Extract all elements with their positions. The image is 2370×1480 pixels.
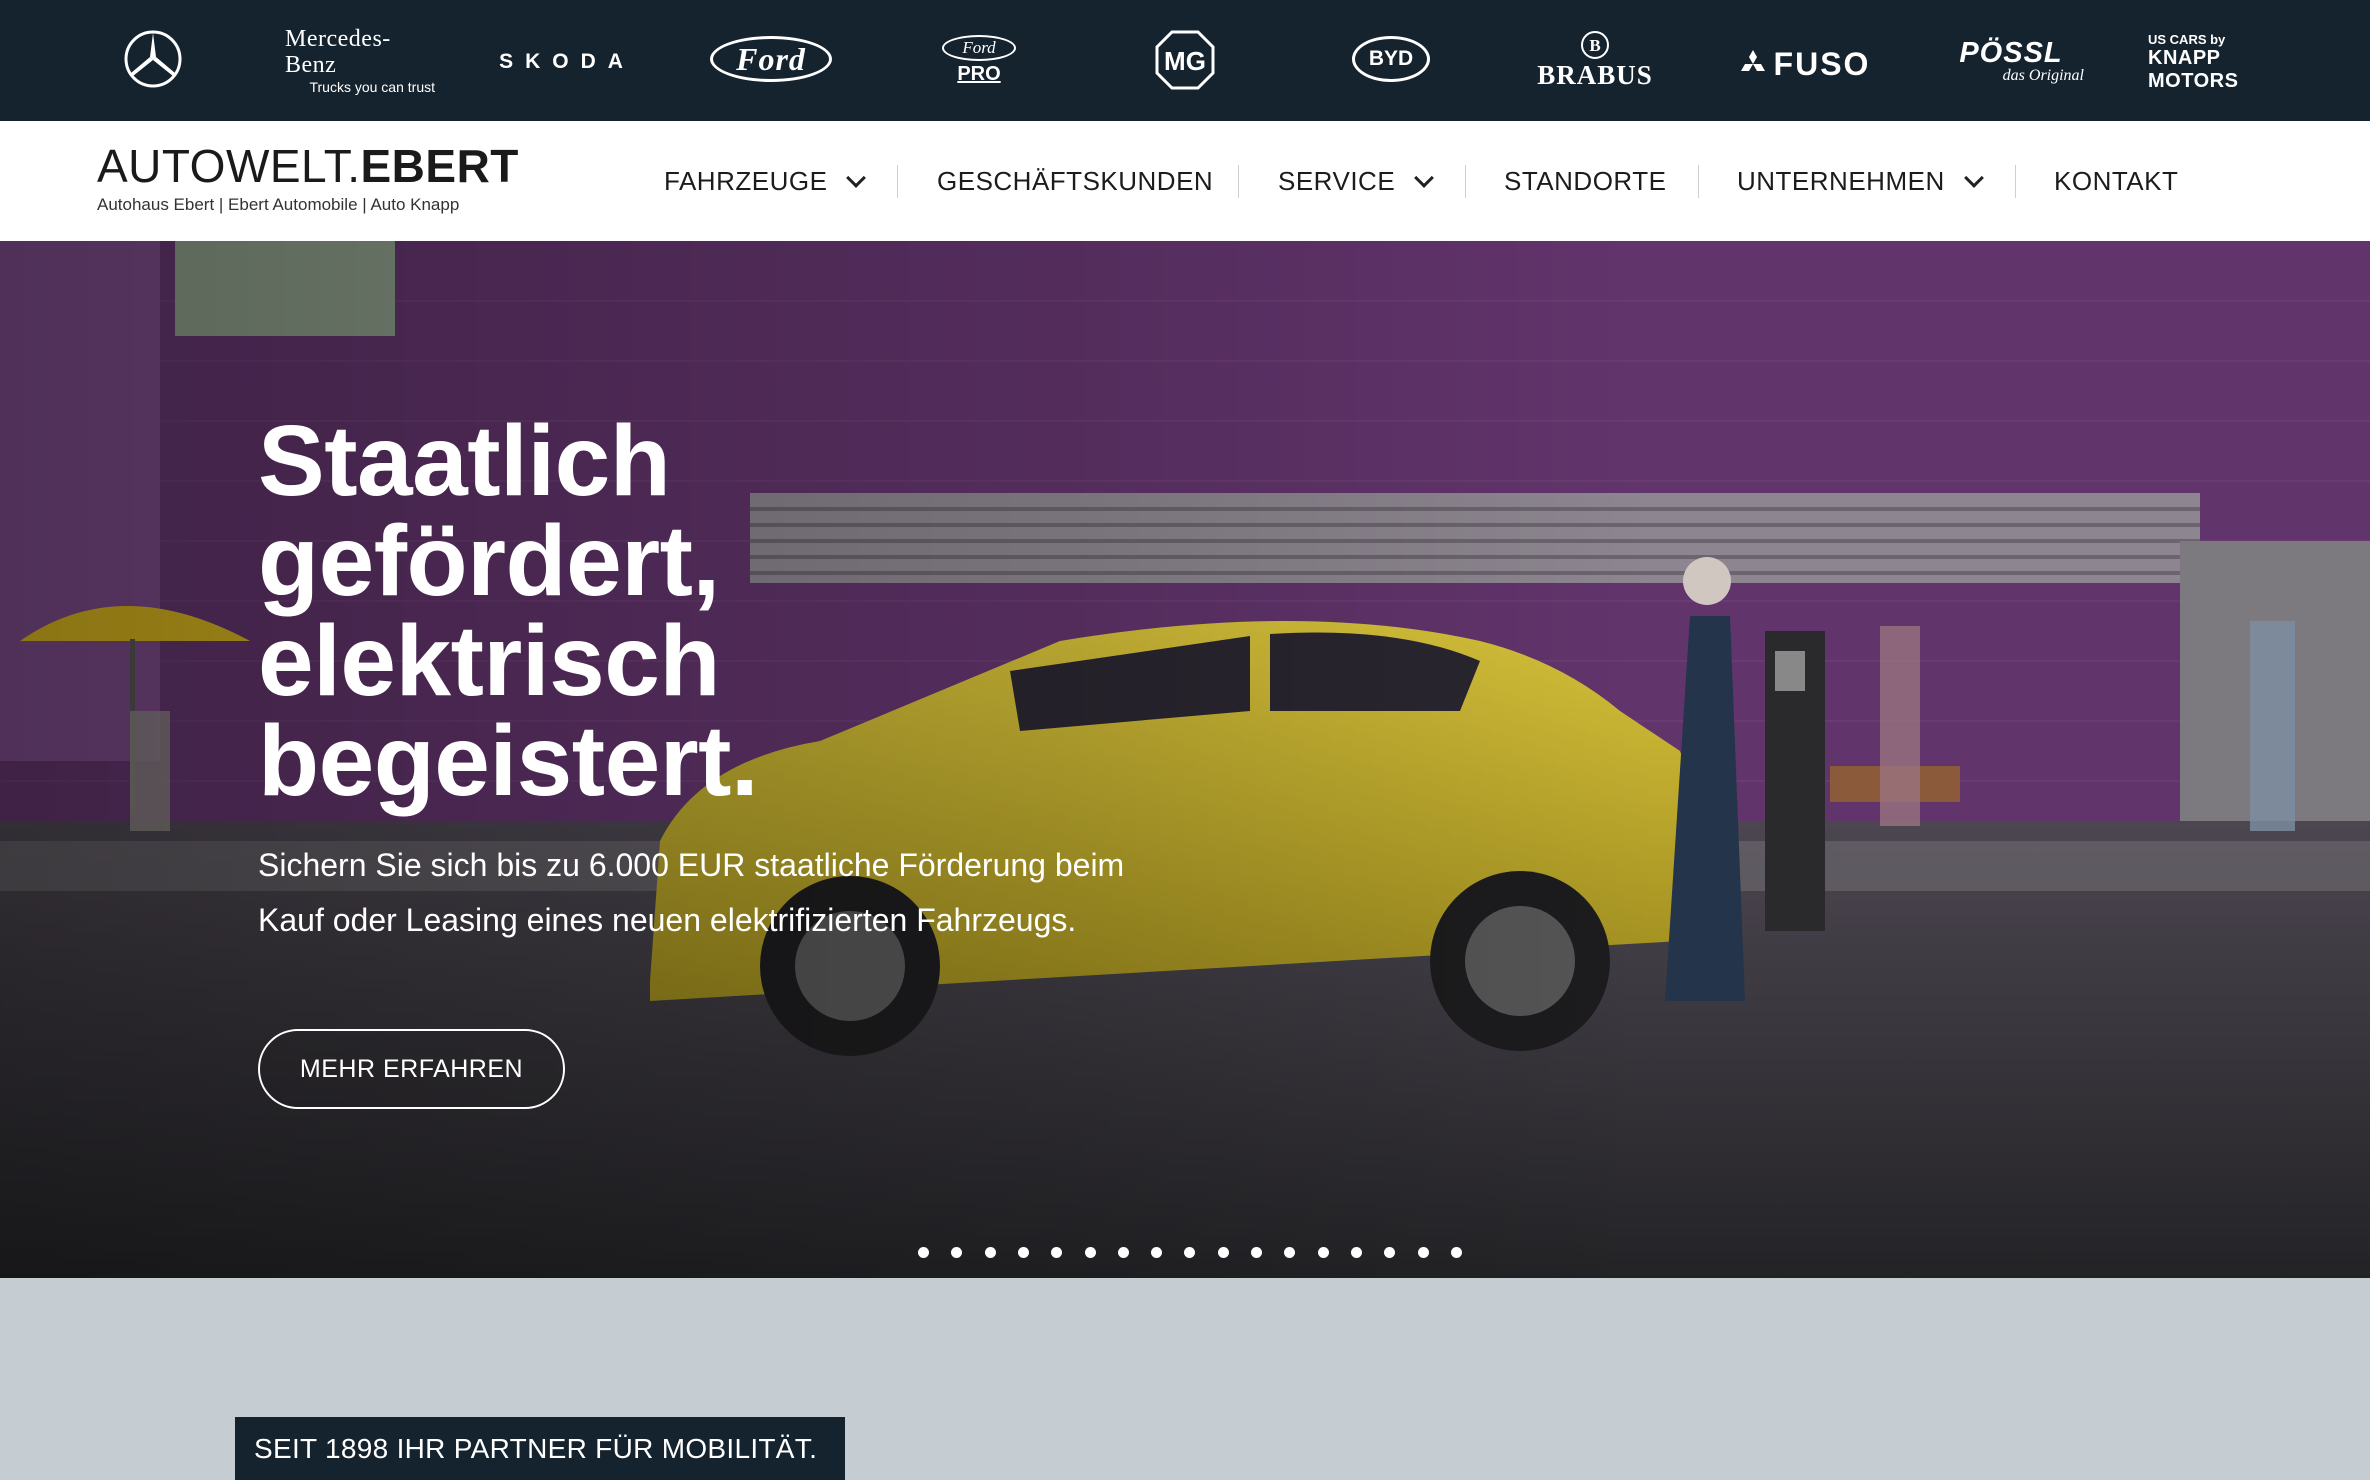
brand-byd[interactable]: BYD [1352, 36, 1430, 82]
possl-tagline: das Original [2002, 67, 2084, 84]
brand-knapp-motors[interactable]: US CARS by KNAPP MOTORS [2148, 32, 2284, 92]
chevron-down-icon [1414, 167, 1435, 188]
brand-mercedes-star[interactable] [122, 28, 184, 90]
mercedes-benz-tagline: Trucks you can trust [309, 79, 435, 95]
main-nav: FAHRZEUGE GESCHÄFTSKUNDEN SERVICE STANDO… [0, 121, 2370, 241]
slider-dot[interactable] [1317, 1247, 1329, 1258]
slider-dot[interactable] [951, 1247, 963, 1258]
nav-divider [1698, 165, 1699, 198]
nav-label-geschaeftskunden: GESCHÄFTSKUNDEN [937, 165, 1214, 196]
nav-divider [2015, 165, 2016, 198]
nav-item-unternehmen[interactable]: UNTERNEHMEN [1737, 121, 1984, 241]
byd-logo-text: BYD [1368, 47, 1414, 70]
ford-oval-icon: Ford [710, 36, 832, 82]
nav-item-geschaeftskunden[interactable]: GESCHÄFTSKUNDEN [937, 121, 1213, 241]
brand-mg[interactable]: MG [1153, 28, 1217, 92]
company-tagline: SEIT 1898 IHR PARTNER FÜR MOBILITÄT. [235, 1417, 846, 1480]
nav-label-fahrzeuge: FAHRZEUGE [664, 165, 828, 196]
slider-dot[interactable] [1284, 1247, 1296, 1258]
brand-bar: Mercedes-Benz Trucks you can trust SKODA… [0, 0, 2370, 121]
hero-headline-line: begeistert. [258, 705, 759, 817]
hero-headline-line: elektrisch [258, 605, 720, 717]
possl-logo-text: PÖSSL [1959, 37, 2063, 69]
slider-dot[interactable] [1217, 1247, 1229, 1258]
slider-dot[interactable] [1184, 1247, 1196, 1258]
knapp-top-text: US CARS by [2148, 31, 2226, 47]
slider-dot[interactable] [1084, 1247, 1096, 1258]
nav-label-standorte: STANDORTE [1504, 165, 1667, 196]
mehr-erfahren-button[interactable]: MEHR ERFAHREN [258, 1029, 565, 1109]
mg-octagon-icon: MG [1155, 30, 1215, 90]
hero-headline-line: gefördert, [258, 505, 720, 617]
slider-dot[interactable] [918, 1247, 929, 1258]
ford-pro-bottom-text: PRO [957, 62, 1001, 85]
main-header: AUTOWELT.EBERT Autohaus Ebert | Ebert Au… [0, 121, 2370, 241]
slider-pagination [0, 1247, 2370, 1259]
skoda-logo-text: SKODA [499, 50, 635, 73]
nav-item-fahrzeuge[interactable]: FAHRZEUGE [664, 121, 867, 241]
knapp-bottom-text: KNAPP MOTORS [2148, 46, 2239, 92]
slider-dot[interactable] [1450, 1247, 1462, 1258]
nav-divider [1465, 165, 1466, 198]
nav-label-unternehmen: UNTERNEHMEN [1737, 165, 1945, 196]
nav-divider [1238, 165, 1239, 198]
brabus-b-icon: B [1581, 31, 1609, 59]
hero-headline: Staatlich gefördert, elektrisch begeiste… [258, 411, 1158, 811]
nav-item-kontakt[interactable]: KONTAKT [2054, 121, 2178, 241]
brand-possl[interactable]: PÖSSL das Original [1938, 36, 2084, 86]
hero-headline-line: Staatlich [258, 405, 671, 517]
nav-item-standorte[interactable]: STANDORTE [1504, 121, 1666, 241]
hero-description: Sichern Sie sich bis zu 6.000 EUR staatl… [258, 847, 1125, 938]
mg-logo-text: MG [1164, 46, 1206, 76]
nav-label-service: SERVICE [1278, 165, 1396, 196]
slider-dot[interactable] [1417, 1247, 1429, 1258]
slider-dot[interactable] [984, 1247, 996, 1258]
svg-text:B: B [1589, 36, 1600, 55]
slider-dot[interactable] [1384, 1247, 1396, 1258]
ford-pro-top-text: Ford [962, 37, 996, 57]
ford-logo-text: Ford [736, 40, 806, 77]
brand-ford[interactable]: Ford [710, 36, 832, 82]
brabus-logo-text: BRABUS [1537, 60, 1653, 90]
mercedes-star-icon [124, 30, 182, 88]
brand-ford-pro[interactable]: Ford PRO [940, 28, 1018, 92]
byd-oval-icon: BYD [1352, 36, 1430, 82]
mercedes-benz-name: Mercedes-Benz [285, 26, 391, 78]
slider-dot[interactable] [1251, 1247, 1262, 1258]
slider-dot[interactable] [1117, 1247, 1129, 1258]
nav-label-kontakt: KONTAKT [2054, 165, 2179, 196]
brand-fuso[interactable]: FUSO [1733, 44, 1875, 84]
slider-dot[interactable] [1151, 1247, 1163, 1258]
ford-pro-oval-icon: Ford [942, 34, 1016, 61]
brand-brabus[interactable]: B BRABUS [1527, 28, 1663, 92]
slider-dot[interactable] [1051, 1247, 1063, 1258]
chevron-down-icon [846, 167, 867, 188]
nav-item-service[interactable]: SERVICE [1278, 121, 1435, 241]
brand-mercedes-benz-trucks[interactable]: Mercedes-Benz Trucks you can trust [285, 26, 435, 95]
slider-dot[interactable] [1350, 1247, 1362, 1258]
nav-divider [897, 165, 898, 198]
slider-dot[interactable] [1017, 1247, 1029, 1258]
fuso-logo-text: FUSO [1773, 45, 1871, 82]
hero-slider: Staatlich gefördert, elektrisch begeiste… [0, 241, 2370, 1278]
mitsubishi-diamonds-icon [1740, 50, 1765, 71]
brand-skoda[interactable]: SKODA [492, 45, 642, 79]
chevron-down-icon [1963, 167, 1984, 188]
